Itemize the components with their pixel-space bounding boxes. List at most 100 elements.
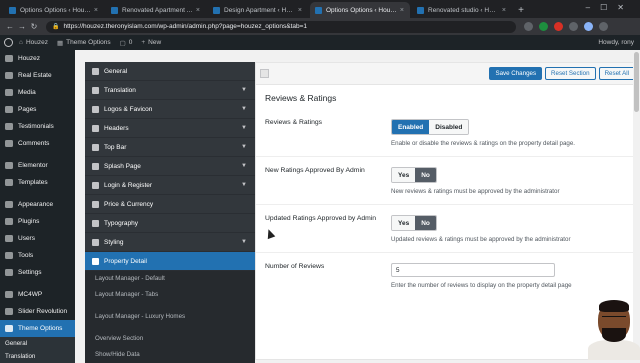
menu-item-media[interactable]: Media (0, 84, 75, 101)
favicon-icon (9, 6, 16, 14)
browser-tab-active[interactable]: Options Options ‹ Houzez —× (310, 2, 410, 18)
theme-options-link[interactable]: ▦ Theme Options (57, 39, 111, 47)
menu-item-elementor[interactable]: Elementor (0, 157, 75, 174)
elementor-icon (5, 162, 13, 169)
profile-avatar[interactable] (584, 22, 593, 31)
number-of-reviews-input[interactable]: 5 (391, 263, 555, 277)
submenu-item-translation[interactable]: Translation (0, 350, 75, 363)
browser-tab[interactable]: Design Apartment ‹ Houzez× (208, 2, 308, 18)
options-nav-headers[interactable]: Headers ▼ (85, 119, 255, 138)
field-label: Number of Reviews (265, 263, 325, 270)
menu-item-testimonials[interactable]: Testimonials (0, 118, 75, 135)
menu-item-real-estate[interactable]: Real Estate (0, 67, 75, 84)
home-icon: ⌂ (19, 39, 23, 46)
howdy-user-link[interactable]: Howdy, rony (598, 39, 634, 46)
favicon-icon (417, 6, 424, 14)
browser-tab[interactable]: Renovated Apartment At Last× (106, 2, 206, 18)
options-nav-general[interactable]: General (85, 62, 255, 81)
close-tab-icon[interactable]: × (298, 7, 302, 14)
close-tab-icon[interactable]: × (196, 7, 200, 14)
window-controls[interactable]: –☐✕ (586, 3, 634, 12)
webcam-overlay (588, 298, 640, 360)
users-icon (5, 235, 13, 242)
menu-item-templates[interactable]: Templates (0, 174, 75, 191)
disabled-option[interactable]: Disabled (429, 120, 469, 134)
reset-all-button[interactable]: Reset All (598, 67, 635, 80)
menu-item-appearance[interactable]: Appearance (0, 196, 75, 213)
menu-item-houzez[interactable]: Houzez (0, 50, 75, 67)
options-subnav-item[interactable]: Layout Manager - Luxury Homes (85, 303, 255, 331)
reset-section-button[interactable]: Reset Section (545, 67, 596, 80)
options-nav-top-bar[interactable]: Top Bar ▼ (85, 138, 255, 157)
close-tab-icon[interactable]: × (94, 7, 98, 14)
wordpress-logo-icon[interactable] (4, 38, 13, 47)
menu-item-settings[interactable]: Settings (0, 264, 75, 281)
reviews-toggle: Enabled Disabled (391, 119, 470, 135)
yes-option[interactable]: Yes (392, 216, 416, 230)
forward-icon[interactable]: → (16, 22, 28, 31)
options-panel: Save Changes Reset Section Reset All Rev… (255, 62, 640, 360)
new-tab-button[interactable]: + (514, 5, 528, 16)
browser-tab-strip: Options Options ‹ Houzez —× Renovated Ap… (0, 0, 640, 18)
sliders-icon (92, 67, 99, 75)
field-description: New reviews & ratings must be approved b… (391, 188, 560, 195)
options-subnav-item[interactable]: Layout Manager - Tabs (85, 287, 255, 303)
enabled-option[interactable]: Enabled (392, 120, 430, 134)
menu-item-slider-revolution[interactable]: Slider Revolution (0, 303, 75, 320)
options-subnav-item[interactable]: Show/Hide Data (85, 347, 255, 363)
options-nav-property-detail[interactable]: Property Detail (85, 252, 255, 271)
menu-item-tools[interactable]: Tools (0, 247, 75, 264)
options-nav: General Translation ▼ Logos & Favicon ▼ He… (85, 62, 255, 363)
no-option[interactable]: No (415, 168, 436, 182)
menu-item-users[interactable]: Users (0, 230, 75, 247)
dollar-icon (92, 200, 99, 208)
settings-icon (5, 269, 13, 276)
extension-icon[interactable] (539, 22, 548, 31)
menu-item-theme-options[interactable]: Theme Options (0, 320, 75, 337)
star-icon[interactable] (524, 22, 533, 31)
extension-icon[interactable] (569, 22, 578, 31)
options-subnav-item[interactable]: Layout Manager - Default (85, 271, 255, 287)
address-bar: ← → ↻ 🔒 https://houzez.theronyislam.com/w… (0, 18, 640, 35)
save-changes-button[interactable]: Save Changes (489, 67, 543, 80)
options-nav-login-register[interactable]: Login & Register ▼ (85, 176, 255, 195)
menu-item-pages[interactable]: Pages (0, 101, 75, 118)
menu-item-plugins[interactable]: Plugins (0, 213, 75, 230)
browser-tab[interactable]: Options Options ‹ Houzez —× (4, 2, 104, 18)
browser-tab[interactable]: Renovated studio ‹ Houzez × (412, 2, 512, 18)
favicon-icon (111, 6, 118, 14)
new-content-link[interactable]: + New (141, 39, 161, 46)
field-updated-ratings-approval: Updated Ratings Approved by Admin Yes No… (256, 205, 639, 253)
menu-item-mc4wp[interactable]: MC4WP (0, 286, 75, 303)
options-subnav-item[interactable]: Overview Section (85, 331, 255, 347)
chevron-down-icon: ▼ (241, 239, 247, 245)
no-option[interactable]: No (415, 216, 436, 230)
field-description: Enable or disable the reviews & ratings … (391, 140, 576, 147)
webcam-beard (602, 328, 626, 342)
close-tab-icon[interactable]: × (502, 7, 506, 14)
close-tab-icon[interactable]: × (400, 7, 404, 14)
options-nav-translation[interactable]: Translation ▼ (85, 81, 255, 100)
field-label: Reviews & Ratings (265, 119, 323, 126)
extension-icon[interactable] (554, 22, 563, 31)
yes-option[interactable]: Yes (392, 168, 416, 182)
field-number-of-reviews: Number of Reviews 5 Enter the number of … (256, 253, 639, 298)
comments-link[interactable]: ▢ 0 (120, 39, 133, 47)
submenu-item-general[interactable]: General (0, 337, 75, 350)
plus-icon: + (141, 39, 146, 46)
menu-item-comments[interactable]: Comments (0, 135, 75, 152)
options-nav-logos[interactable]: Logos & Favicon ▼ (85, 100, 255, 119)
options-nav-styling[interactable]: Styling ▼ (85, 233, 255, 252)
site-name-link[interactable]: ⌂ Houzez (19, 39, 48, 46)
reload-icon[interactable]: ↻ (28, 22, 40, 31)
url-field[interactable]: 🔒 https://houzez.theronyislam.com/wp-admi… (46, 20, 516, 33)
back-icon[interactable]: ← (4, 22, 16, 31)
field-reviews-ratings: Reviews & Ratings Enabled Disabled Enabl… (256, 109, 639, 157)
scrollbar-thumb[interactable] (634, 52, 639, 112)
menu-kebab-icon[interactable] (599, 22, 608, 31)
options-nav-price-currency[interactable]: Price & Currency (85, 195, 255, 214)
options-nav-typography[interactable]: Typography (85, 214, 255, 233)
expand-icon[interactable] (260, 69, 269, 78)
options-nav-splash-page[interactable]: Splash Page ▼ (85, 157, 255, 176)
field-label: Updated Ratings Approved by Admin (265, 215, 377, 222)
